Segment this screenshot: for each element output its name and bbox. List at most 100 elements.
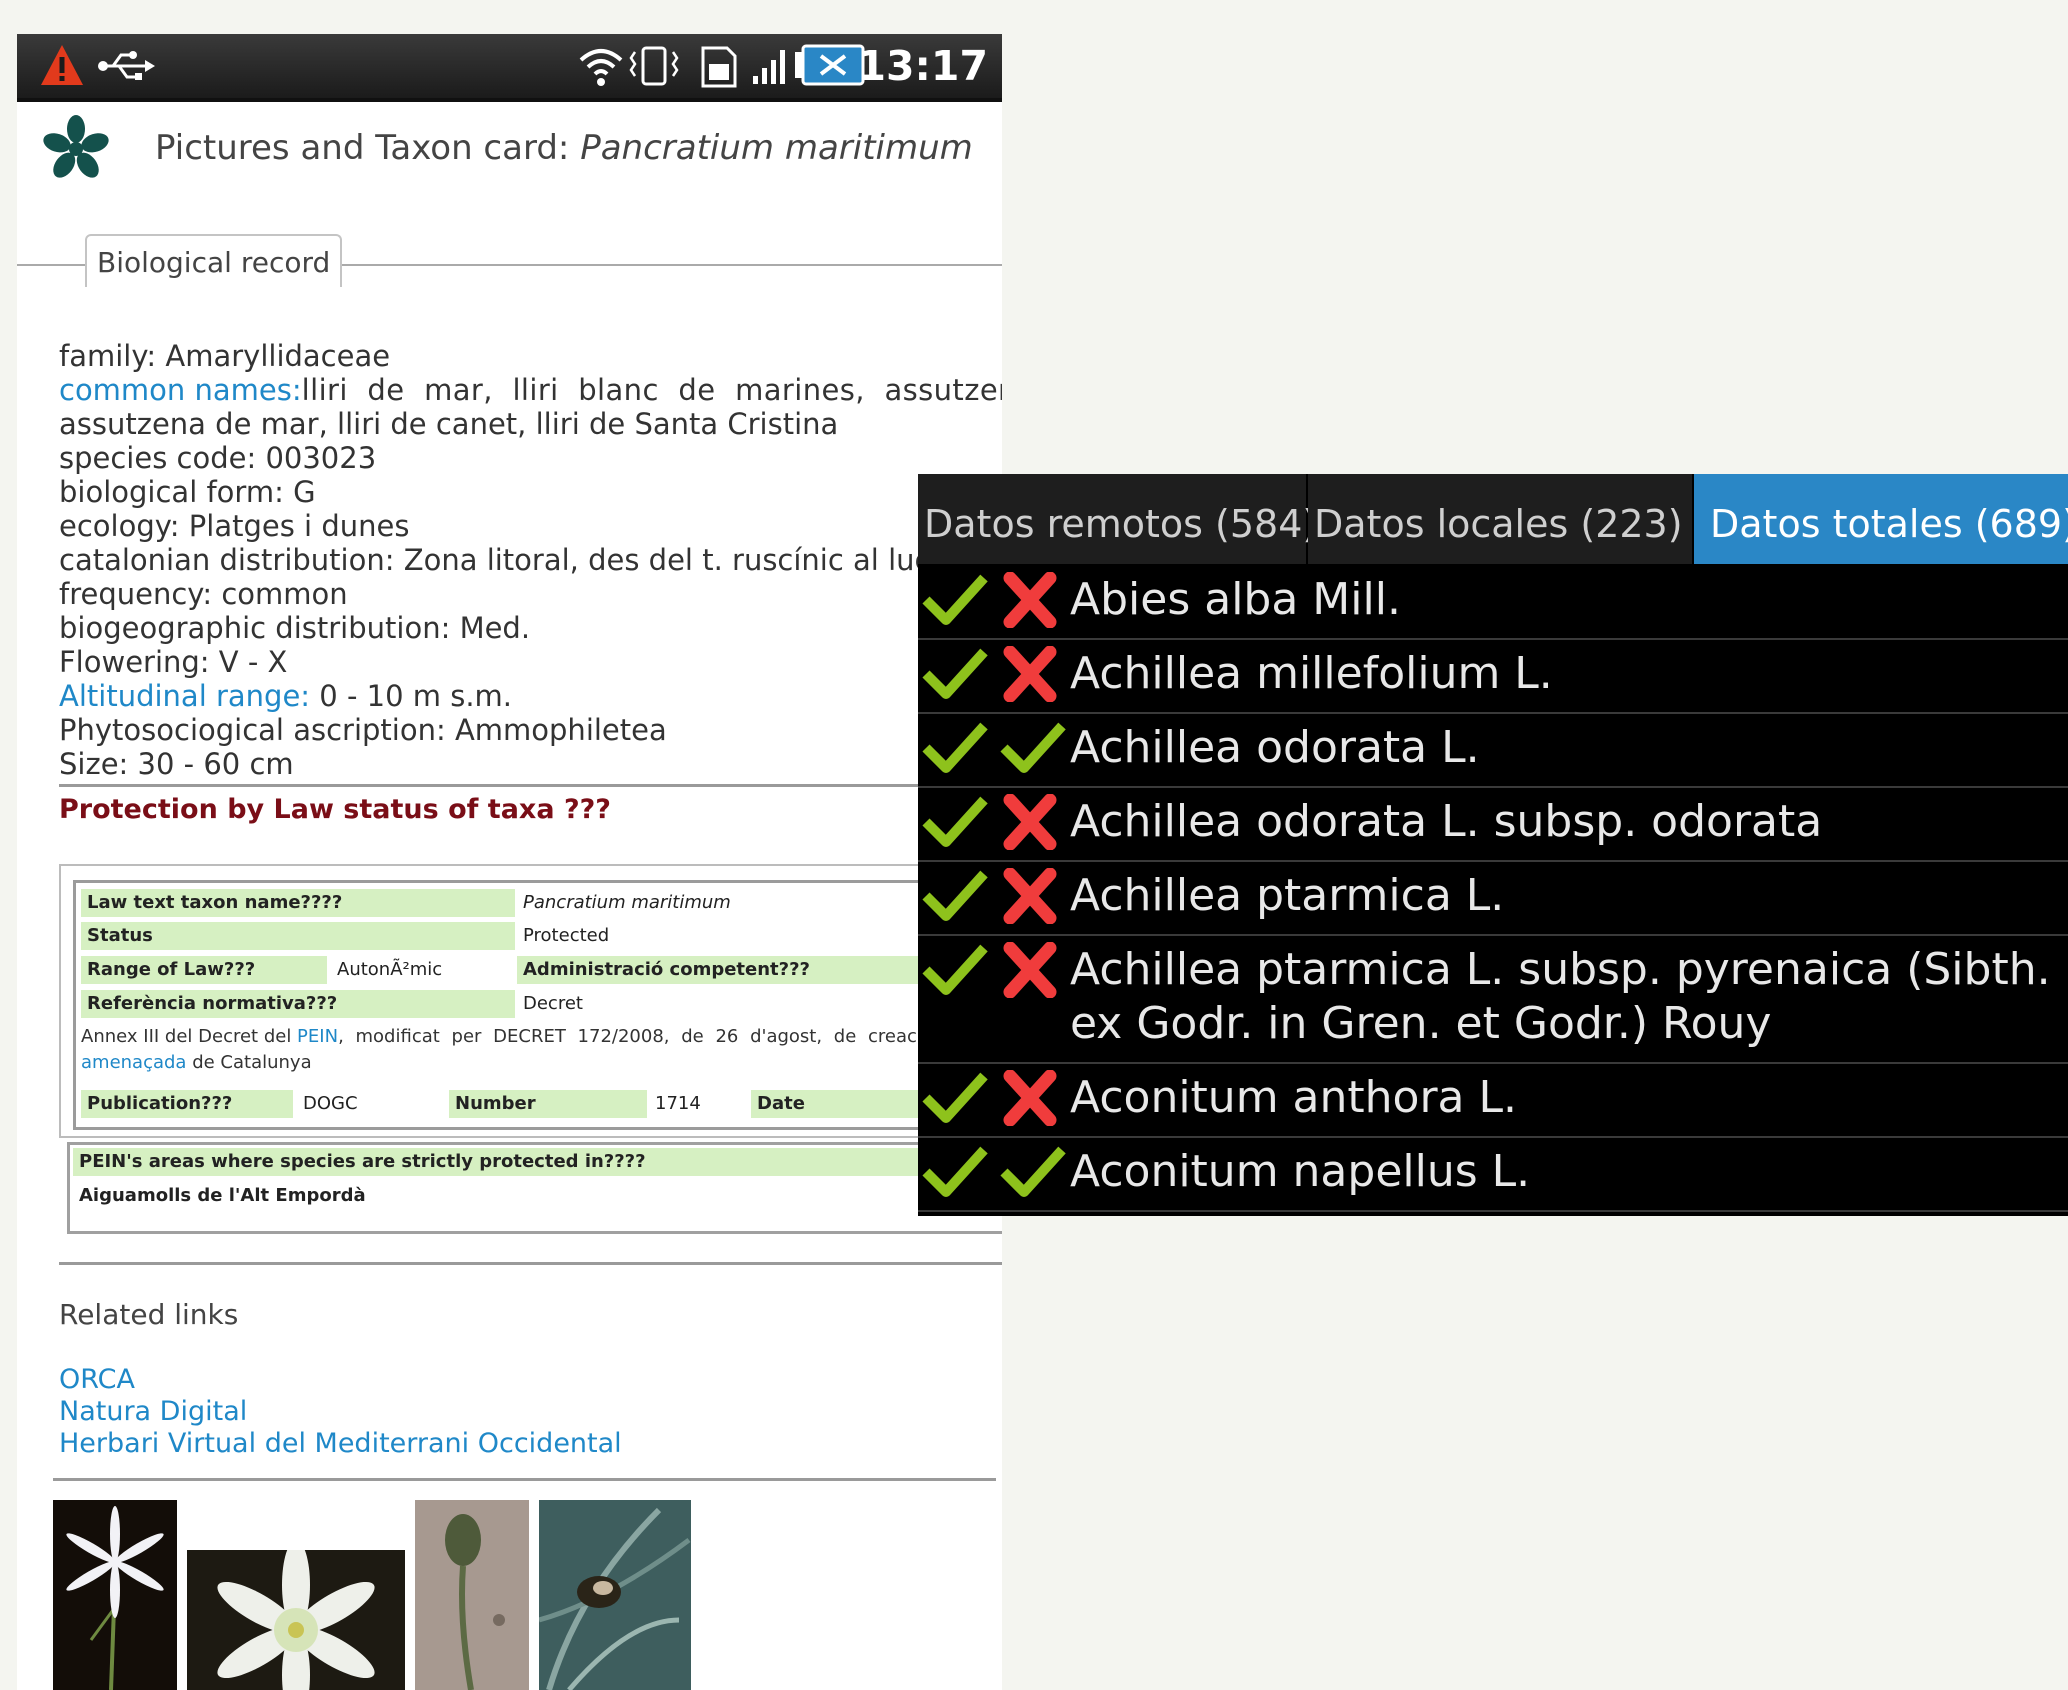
thumbnail-flower-2[interactable]	[187, 1550, 405, 1690]
species-name: Aconitum napellus L.	[1070, 1146, 1531, 1197]
ref-label: Referència normativa???	[81, 990, 515, 1018]
local-cross-icon	[1000, 867, 1060, 925]
common-names-link[interactable]: common names:	[59, 373, 302, 407]
status-icons	[579, 44, 865, 88]
pein-areas-label: PEIN's areas where species are strictly …	[73, 1148, 953, 1176]
pein-link[interactable]: PEIN	[297, 1026, 338, 1047]
species-name: Achillea ptarmica L. subsp. pyrenaica (S…	[1070, 944, 2051, 995]
law-taxon-label: Law text taxon name????	[81, 889, 515, 917]
usb-icon	[98, 51, 155, 80]
amenacada-link[interactable]: amenaçada	[81, 1052, 186, 1073]
vibrate-icon	[629, 46, 679, 86]
list-item[interactable]: Achillea millefolium L.	[918, 638, 2068, 714]
species-name-continued: ex Godr. in Gren. et Godr.) Rouy	[1070, 998, 1772, 1049]
related-links-title: Related links	[59, 1298, 239, 1331]
link-orca[interactable]: ORCA	[59, 1364, 135, 1395]
ecology-line: ecology: Platges i dunes	[59, 509, 410, 543]
common-names-line2: assutzena de mar, lliri de canet, lliri …	[59, 407, 839, 441]
range-label: Range of Law???	[81, 956, 327, 984]
local-cross-icon	[1000, 645, 1060, 703]
biogeographic-line: biogeographic distribution: Med.	[59, 611, 531, 645]
pein-areas-value: Aiguamolls de l'Alt Empordà	[79, 1185, 366, 1206]
protection-title: Protection by Law status of taxa ???	[59, 794, 611, 825]
divider	[53, 1478, 996, 1481]
list-item[interactable]: Achillea ptarmica L. subsp. pyrenaica (S…	[918, 934, 2068, 1064]
remote-check-icon	[922, 646, 988, 702]
divider	[59, 784, 1002, 787]
remote-check-icon	[922, 572, 988, 628]
altitudinal-line: Altitudinal range: 0 - 10 m s.m.	[59, 679, 512, 713]
warning-icon	[41, 45, 83, 85]
species-name: Achillea millefolium L.	[1070, 648, 1553, 699]
annex-part2: , modificat per DECRET 172/2008, de 26 d…	[338, 1026, 917, 1047]
app-logo-icon[interactable]	[41, 114, 111, 184]
taxon-card-screen: 13:17 Pictures and Taxon card: Pancratiu…	[17, 34, 1002, 1690]
publication-label: Publication???	[81, 1090, 293, 1118]
status-label: Status	[81, 922, 515, 950]
list-item[interactable]: Aconitum anthora L.	[918, 1062, 2068, 1138]
flower-photo-icon	[53, 1500, 177, 1690]
local-cross-icon	[1000, 793, 1060, 851]
admin-label: Administració competent???	[517, 956, 947, 984]
species-name: Achillea odorata L.	[1070, 722, 1480, 773]
thumbnail-plant[interactable]	[539, 1500, 691, 1690]
common-names-line: common names:lliri de mar, lliri blanc d…	[59, 373, 1002, 407]
common-names-value: lliri de mar, lliri blanc de marines, as…	[301, 373, 1002, 407]
tab-datos-totales[interactable]: Datos totales (689)	[1694, 474, 2068, 564]
list-item[interactable]: Aconitum napellus L.	[918, 1136, 2068, 1212]
tab-biological-record[interactable]: Biological record	[85, 234, 343, 287]
annex-part3: de Catalunya	[186, 1052, 312, 1073]
remote-check-icon	[922, 794, 988, 850]
tab-datos-remotos[interactable]: Datos remotos (584)	[918, 474, 1317, 564]
local-cross-icon	[1000, 1069, 1060, 1127]
frequency-line: frequency: common	[59, 577, 348, 611]
link-herbari-virtual[interactable]: Herbari Virtual del Mediterrani Occident…	[59, 1428, 622, 1459]
status-value: Protected	[523, 925, 610, 946]
family-line: family: Amaryllidaceae	[59, 339, 391, 373]
size-line: Size: 30 - 60 cm	[59, 747, 294, 781]
law-taxon-value: Pancratium maritimum	[523, 892, 731, 913]
remote-check-icon	[922, 942, 988, 998]
catalonian-distribution-line: catalonian distribution: Zona litoral, d…	[59, 543, 967, 577]
species-code-line: species code: 003023	[59, 441, 377, 475]
range-value: AutonÃ²mic	[337, 959, 443, 980]
flowering-line: Flowering: V - X	[59, 645, 288, 679]
species-name: Achillea odorata L. subsp. odorata	[1070, 796, 1823, 847]
number-value: 1714	[655, 1093, 701, 1114]
link-natura-digital[interactable]: Natura Digital	[59, 1396, 247, 1427]
remote-check-icon	[922, 1070, 988, 1126]
tab-datos-locales[interactable]: Datos locales (223)	[1308, 474, 1692, 564]
list-item[interactable]: Achillea ptarmica L.	[918, 860, 2068, 936]
list-item[interactable]: Abies alba Mill.	[918, 564, 2068, 640]
annex-text: Annex III del Decret del PEIN, modificat…	[81, 1024, 917, 1050]
datos-list-screen: Datos remotos (584) Datos locales (223) …	[918, 474, 2068, 1216]
seed-photo-icon	[415, 1500, 529, 1690]
clock: 13:17	[857, 42, 988, 90]
thumbnail-seed[interactable]	[415, 1500, 529, 1690]
number-label: Number	[449, 1090, 647, 1118]
local-check-icon	[1000, 720, 1066, 776]
phytosociological-line: Phytosociogical ascription: Ammophiletea	[59, 713, 667, 747]
altitudinal-range-link[interactable]: Altitudinal range:	[59, 679, 310, 713]
annex-part1: Annex III del Decret del	[81, 1026, 298, 1047]
species-name: Achillea ptarmica L.	[1070, 870, 1505, 921]
page-title: Pictures and Taxon card: Pancratium mari…	[155, 128, 973, 168]
flower-photo-icon	[187, 1550, 405, 1690]
list-item[interactable]: Achillea odorata L.	[918, 712, 2068, 788]
ref-value: Decret	[523, 993, 583, 1014]
status-bar: 13:17	[17, 34, 1002, 102]
local-cross-icon	[1000, 941, 1060, 999]
signal-icon	[753, 50, 785, 84]
thumbnail-flower-1[interactable]	[53, 1500, 177, 1690]
app-header: Pictures and Taxon card: Pancratium mari…	[17, 102, 1002, 194]
remote-check-icon	[922, 1144, 988, 1200]
local-cross-icon	[1000, 571, 1060, 629]
publication-value: DOGC	[303, 1093, 358, 1114]
taxon-name: Pancratium maritimum	[580, 128, 973, 168]
datos-tabs: Datos remotos (584) Datos locales (223) …	[918, 474, 2068, 564]
list-item[interactable]: Achillea odorata L. subsp. odorata	[918, 786, 2068, 862]
title-prefix: Pictures and Taxon card:	[155, 128, 581, 168]
biological-form-line: biological form: G	[59, 475, 316, 509]
divider	[59, 1262, 1002, 1265]
remote-check-icon	[922, 720, 988, 776]
